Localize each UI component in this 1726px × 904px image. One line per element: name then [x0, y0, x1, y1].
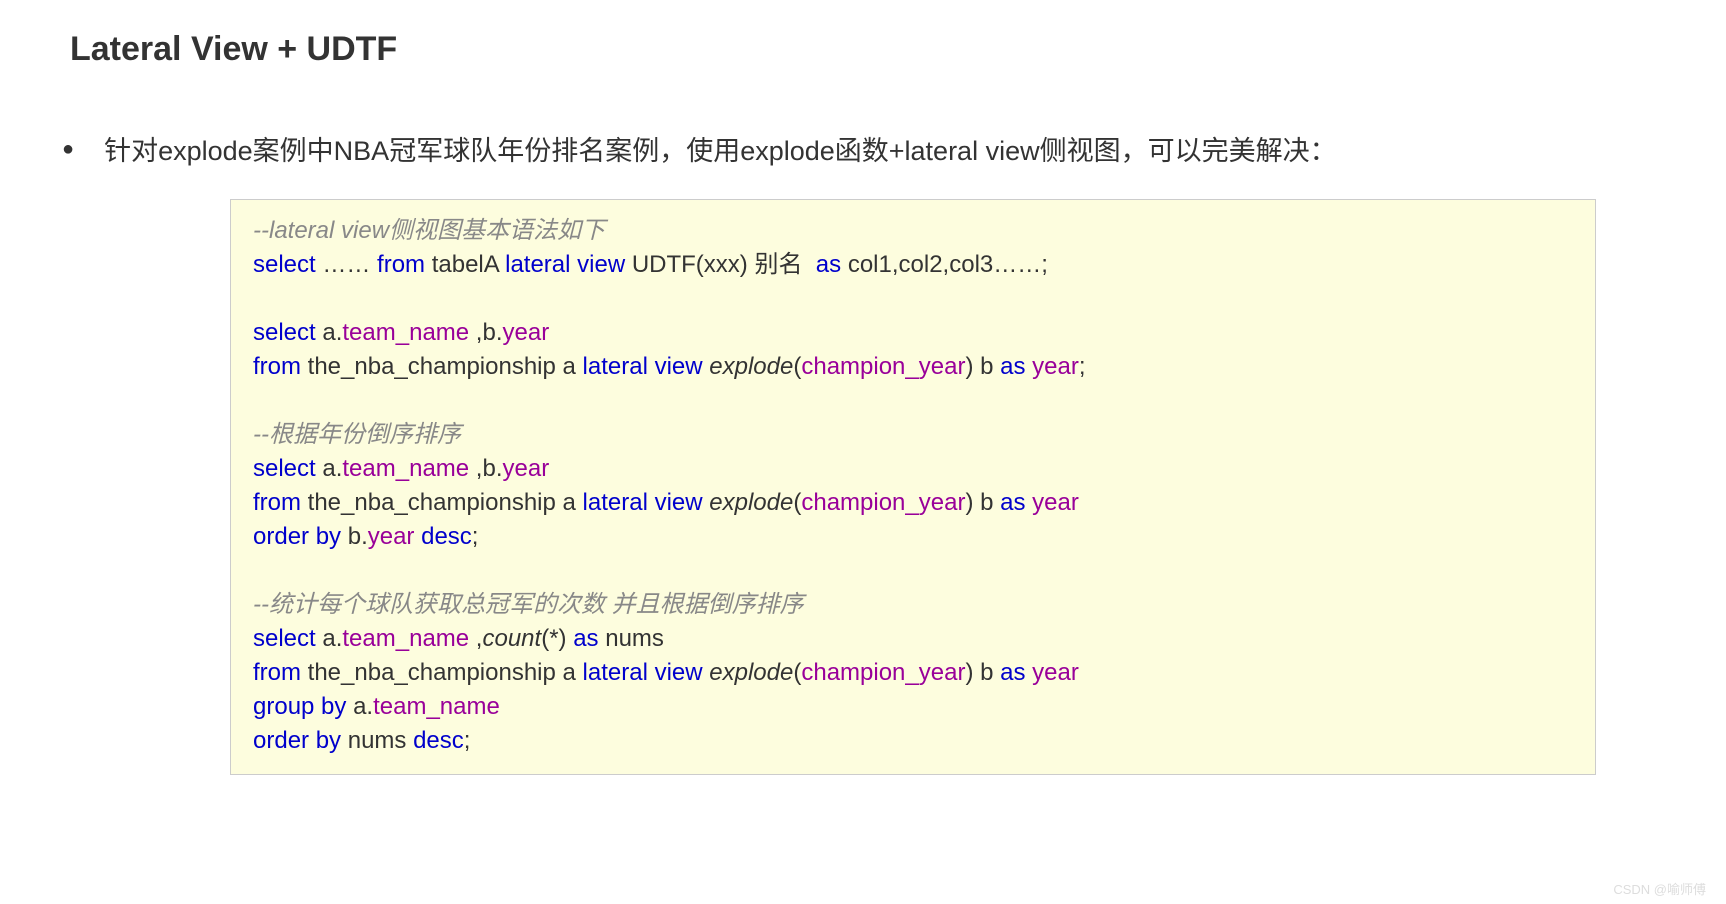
- code-line: select a.team_name ,b.year: [253, 316, 1573, 350]
- page-title: Lateral View + UDTF: [70, 30, 1666, 69]
- code-comment: --根据年份倒序排序: [253, 421, 461, 448]
- bullet-text: 针对explode案例中NBA冠军球队年份排名案例，使用explode函数+la…: [104, 131, 1337, 171]
- code-line: select a.team_name ,b.year: [253, 452, 1573, 486]
- code-line: order by b.year desc;: [253, 520, 1573, 554]
- bullet-item: ● 针对explode案例中NBA冠军球队年份排名案例，使用explode函数+…: [62, 131, 1666, 171]
- code-line: from the_nba_championship a lateral view…: [253, 656, 1573, 690]
- code-line: order by nums desc;: [253, 724, 1573, 758]
- code-comment: --lateral view侧视图基本语法如下: [253, 217, 605, 244]
- bullet-dot-icon: ●: [62, 129, 74, 169]
- code-comment: --统计每个球队获取总冠军的次数 并且根据倒序排序: [253, 591, 804, 618]
- code-line: select …… from tabelA lateral view UDTF(…: [253, 248, 1573, 282]
- watermark-text: CSDN @喻师傅: [1613, 879, 1706, 898]
- code-line: select a.team_name ,count(*) as nums: [253, 622, 1573, 656]
- code-line: from the_nba_championship a lateral view…: [253, 486, 1573, 520]
- code-block: --lateral view侧视图基本语法如下 select …… from t…: [230, 199, 1596, 775]
- code-line: from the_nba_championship a lateral view…: [253, 350, 1573, 384]
- code-line: group by a.team_name: [253, 690, 1573, 724]
